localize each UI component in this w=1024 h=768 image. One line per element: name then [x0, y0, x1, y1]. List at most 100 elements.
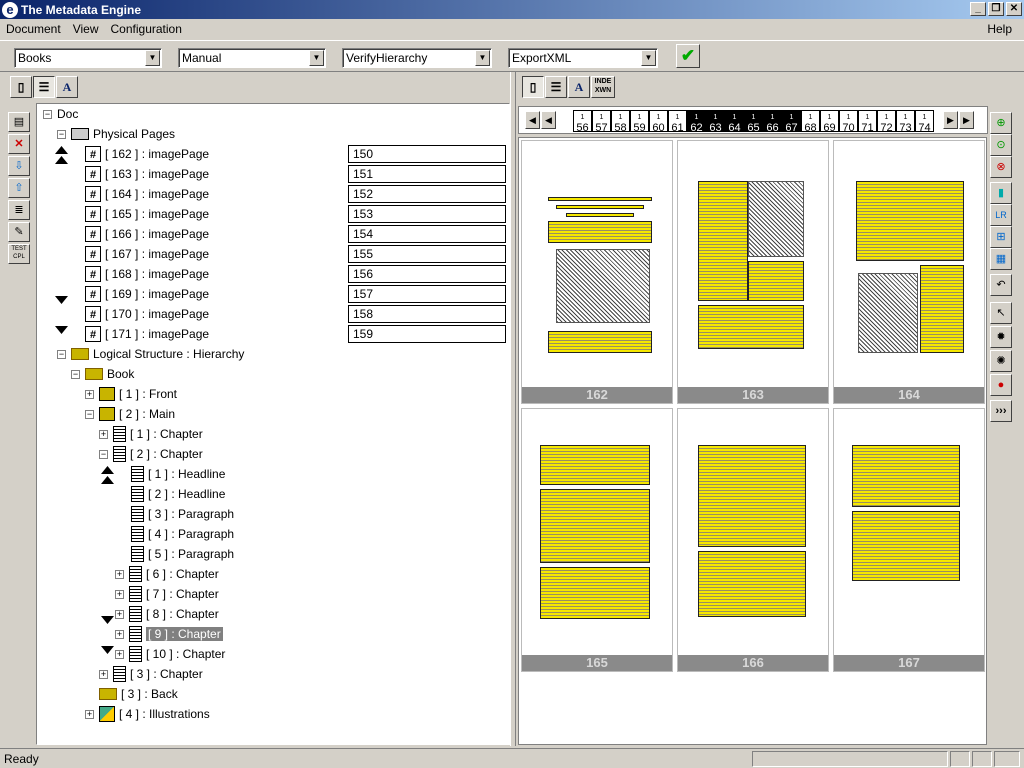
- collapse-icon[interactable]: −: [57, 129, 66, 139]
- tree-node-chapter-2[interactable]: − [ 2 ] : Chapter: [99, 445, 203, 463]
- text-region[interactable]: [540, 445, 650, 485]
- menu-document[interactable]: Document: [0, 22, 67, 36]
- tree-node-image-page[interactable]: # [ 171 ] : imagePage: [85, 325, 209, 343]
- page-thumbnail[interactable]: 162: [521, 140, 673, 404]
- page-number-field[interactable]: 158: [348, 305, 506, 323]
- contrast-icon[interactable]: ✺: [990, 350, 1012, 372]
- tree-node-image-page[interactable]: # [ 169 ] : imagePage: [85, 285, 209, 303]
- illustration-region[interactable]: [858, 273, 918, 353]
- text-region[interactable]: [852, 511, 960, 581]
- page-number-field[interactable]: 159: [348, 325, 506, 343]
- minimize-button[interactable]: _: [970, 2, 986, 16]
- list-icon[interactable]: ≣: [8, 200, 30, 220]
- tree-node-chapter[interactable]: + [ 8 ] : Chapter: [115, 605, 219, 623]
- illustration-region[interactable]: [748, 181, 804, 257]
- page-number-tab[interactable]: 1 73: [896, 110, 915, 134]
- export-select[interactable]: ExportXML ▼: [508, 48, 658, 68]
- expand-icon[interactable]: +: [115, 649, 124, 659]
- left-right-icon[interactable]: LR: [990, 204, 1012, 226]
- next-page-icon[interactable]: ▶: [959, 111, 974, 129]
- text-region[interactable]: [920, 265, 964, 353]
- more-tools-icon[interactable]: ›››: [990, 400, 1012, 422]
- tree-node-doc[interactable]: − Doc: [43, 105, 78, 123]
- next-icon[interactable]: ▶: [943, 111, 958, 129]
- delete-icon[interactable]: ✕: [8, 134, 30, 154]
- page-number-tab[interactable]: 1 69: [820, 110, 839, 134]
- tree-node-image-page[interactable]: # [ 166 ] : imagePage: [85, 225, 209, 243]
- page-number-field[interactable]: 152: [348, 185, 506, 203]
- page-view-tab-right[interactable]: ▯: [522, 76, 544, 98]
- expand-icon[interactable]: +: [115, 609, 124, 619]
- page-number-field[interactable]: 154: [348, 225, 506, 243]
- page-number-tab[interactable]: 1 61: [668, 110, 687, 134]
- page-number-tab[interactable]: 1 67: [782, 110, 801, 134]
- page-number-tab[interactable]: 1 64: [725, 110, 744, 134]
- page-number-field[interactable]: 155: [348, 245, 506, 263]
- tree-node-image-page[interactable]: # [ 168 ] : imagePage: [85, 265, 209, 283]
- page-number-field[interactable]: 151: [348, 165, 506, 183]
- tree-node-logical-structure[interactable]: − Logical Structure : Hierarchy: [57, 345, 244, 363]
- collection-select[interactable]: Books ▼: [14, 48, 162, 68]
- text-region[interactable]: [540, 489, 650, 563]
- tree-view-tab[interactable]: ☰: [33, 76, 55, 98]
- tree-node-image-page[interactable]: # [ 167 ] : imagePage: [85, 245, 209, 263]
- prev-icon[interactable]: ◀: [541, 111, 556, 129]
- text-region[interactable]: [548, 197, 652, 201]
- tree-node-front[interactable]: + [ 1 ] : Front: [85, 385, 177, 403]
- text-region[interactable]: [548, 331, 652, 353]
- index-tab[interactable]: INDE XWN: [591, 76, 615, 98]
- tree-node-element[interactable]: [ 4 ] : Paragraph: [131, 525, 234, 543]
- chevron-down-icon[interactable]: ▼: [641, 50, 656, 66]
- scroll-up-icon[interactable]: [55, 156, 68, 164]
- grid-2x2-icon[interactable]: ⊞: [990, 226, 1012, 248]
- page-number-tab[interactable]: 1 62: [687, 110, 706, 134]
- page-number-field[interactable]: 157: [348, 285, 506, 303]
- tree-view-tab-right[interactable]: ☰: [545, 76, 567, 98]
- tree-node-chapter-3[interactable]: + [ 3 ] : Chapter: [99, 665, 203, 683]
- tree-node-image-page[interactable]: # [ 163 ] : imagePage: [85, 165, 209, 183]
- rotate-icon[interactable]: ↶: [990, 274, 1012, 296]
- page-thumbnail[interactable]: 166: [677, 408, 829, 672]
- scroll-up-icon[interactable]: [101, 476, 114, 484]
- pane-splitter[interactable]: [510, 72, 516, 746]
- text-region[interactable]: [566, 213, 634, 217]
- tree-node-image-page[interactable]: # [ 165 ] : imagePage: [85, 205, 209, 223]
- text-view-tab[interactable]: A: [56, 76, 78, 98]
- scroll-down-icon[interactable]: [101, 646, 114, 654]
- restore-button[interactable]: ❐: [988, 2, 1004, 16]
- tree-node-chapter[interactable]: + [ 9 ] : Chapter: [115, 625, 223, 643]
- page-number-tab[interactable]: 1 58: [611, 110, 630, 134]
- page-number-tab[interactable]: 1 74: [915, 110, 934, 134]
- text-region[interactable]: [852, 445, 960, 507]
- tree-node-chapter[interactable]: + [ 10 ] : Chapter: [115, 645, 225, 663]
- collapse-icon[interactable]: −: [43, 109, 52, 119]
- page-number-field[interactable]: 150: [348, 145, 506, 163]
- text-region[interactable]: [548, 221, 652, 243]
- prev-page-icon[interactable]: ◀: [525, 111, 540, 129]
- page-view-tab[interactable]: ▯: [10, 76, 32, 98]
- tree-node-illustrations[interactable]: + [ 4 ] : Illustrations: [85, 705, 210, 723]
- page-number-tab[interactable]: 1 71: [858, 110, 877, 134]
- tree-node-chapter[interactable]: + [ 7 ] : Chapter: [115, 585, 219, 603]
- page-number-field[interactable]: 153: [348, 205, 506, 223]
- menu-help[interactable]: Help: [981, 22, 1018, 36]
- page-number-field[interactable]: 156: [348, 265, 506, 283]
- page-thumbnail[interactable]: 163: [677, 140, 829, 404]
- menu-configuration[interactable]: Configuration: [105, 22, 188, 36]
- collapse-icon[interactable]: −: [57, 349, 66, 359]
- mode-select[interactable]: Manual ▼: [178, 48, 326, 68]
- tree-node-main[interactable]: − [ 2 ] : Main: [85, 405, 175, 423]
- pointer-icon[interactable]: ↖: [990, 302, 1012, 324]
- text-region[interactable]: [698, 445, 806, 547]
- tree-node-element[interactable]: [ 1 ] : Headline: [131, 465, 225, 483]
- expand-icon[interactable]: +: [115, 629, 124, 639]
- page-thumbnail[interactable]: 165: [521, 408, 673, 672]
- move-up-icon[interactable]: ⇧: [8, 178, 30, 198]
- page-thumbnail[interactable]: 167: [833, 408, 985, 672]
- page-number-tab[interactable]: 1 68: [801, 110, 820, 134]
- chevron-down-icon[interactable]: ▼: [145, 50, 160, 66]
- page-number-tab[interactable]: 1 60: [649, 110, 668, 134]
- zoom-in-icon[interactable]: ⊕: [990, 112, 1012, 134]
- move-down-icon[interactable]: ⇩: [8, 156, 30, 176]
- scroll-up-icon[interactable]: [101, 466, 114, 474]
